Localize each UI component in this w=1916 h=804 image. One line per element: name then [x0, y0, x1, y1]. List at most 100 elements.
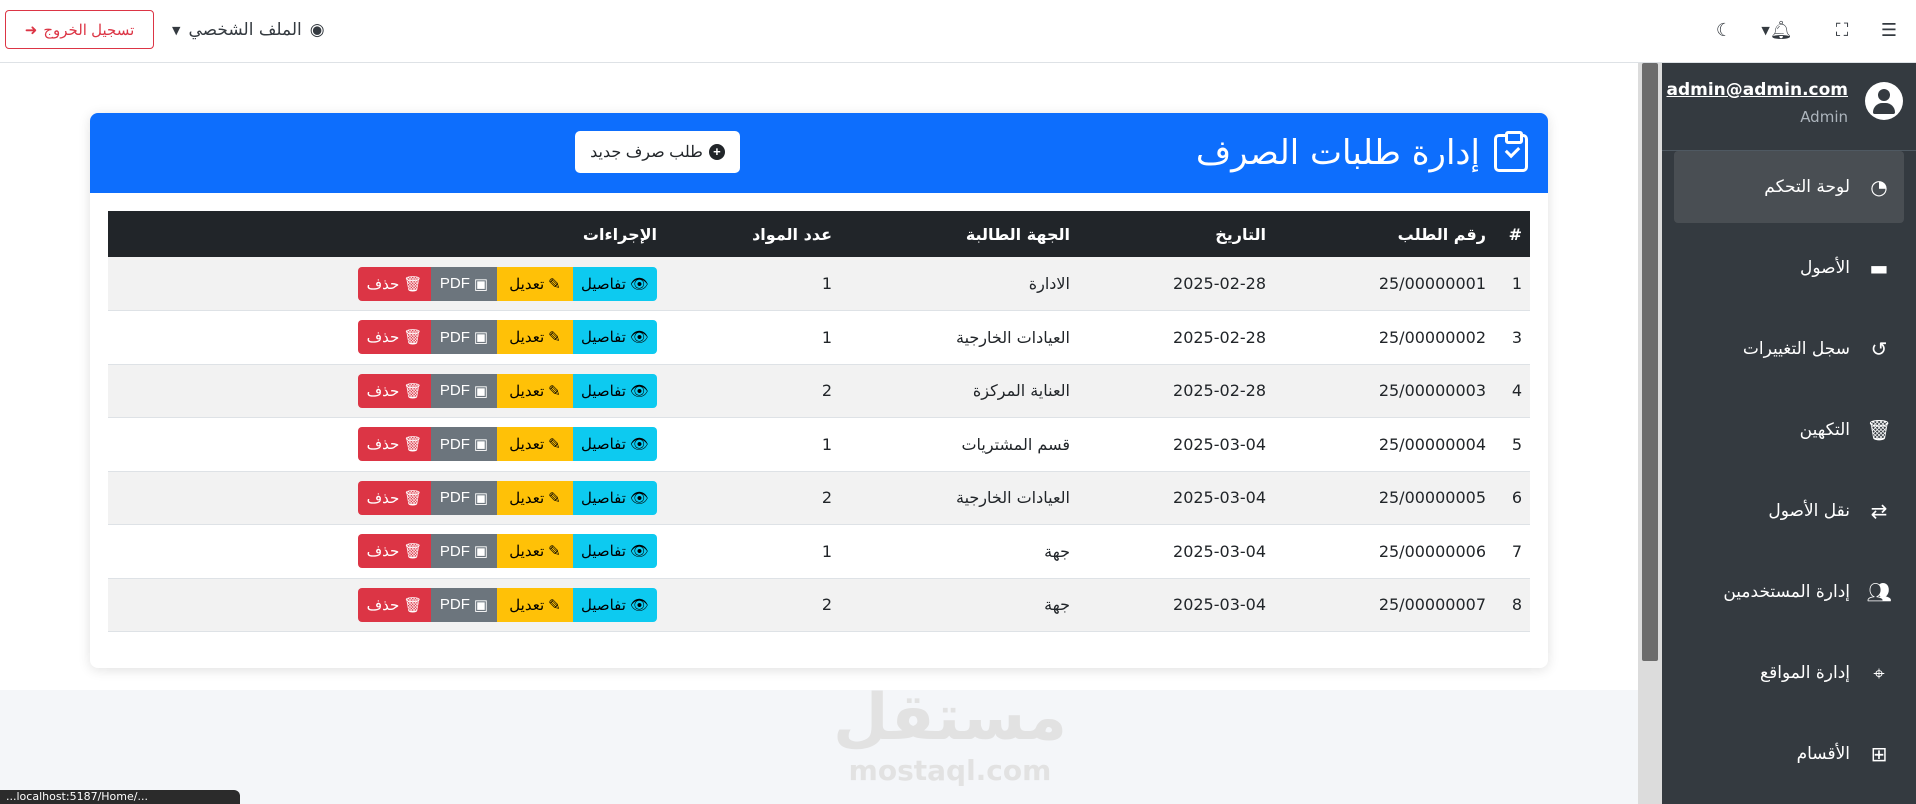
exchange-icon: ⇄ [1870, 499, 1888, 523]
file-pdf-icon: ▣ [473, 543, 489, 561]
sidebar-scrollbar-thumb[interactable] [1642, 63, 1658, 661]
edit-button[interactable]: ✎ تعديل [497, 320, 573, 355]
cell-department: العيادات الخارجية [840, 310, 1078, 365]
cell-date: 2025-03-04 [1078, 578, 1274, 632]
delete-button[interactable]: 🗑︎ حذف [358, 427, 431, 462]
plus-circle-icon: + [708, 144, 725, 160]
action-button-group: 👁︎ تفاصيل ✎ تعديل ▣ PDF 🗑︎ حذف [116, 266, 657, 301]
delete-label: حذف [366, 596, 400, 614]
sidebar-item-1[interactable]: ◔ لوحة التحكم [1674, 151, 1904, 223]
cell-date: 2025-03-04 [1078, 417, 1274, 472]
cell-department: العيادات الخارجية [840, 471, 1078, 525]
details-button[interactable]: 👁︎ تفاصيل [573, 480, 657, 515]
file-pdf-icon: ▣ [473, 436, 489, 454]
delete-button[interactable]: 🗑︎ حذف [358, 266, 431, 301]
sidebar-item-2[interactable]: ▬ الأصول [1674, 232, 1904, 304]
sidebar-item-label: سجل التغييرات [1742, 339, 1850, 359]
sidebar-item-5[interactable]: ⇄ نقل الأصول [1674, 475, 1904, 547]
pdf-button[interactable]: ▣ PDF [431, 480, 497, 515]
file-pdf-icon: ▣ [473, 275, 489, 293]
action-button-group: 👁︎ تفاصيل ✎ تعديل ▣ PDF 🗑︎ حذف [116, 373, 657, 408]
sidebar-item-8[interactable]: ⊞ الأقسام [1674, 718, 1904, 790]
sidebar-item-label: إدارة المواقع [1760, 663, 1850, 683]
trash-icon: 🗑︎ [403, 329, 423, 347]
eye-icon: 👁︎ [629, 329, 649, 347]
pdf-label: PDF [439, 275, 470, 292]
trash-icon: 🗑︎ [403, 436, 423, 454]
details-label: تفاصيل [580, 489, 626, 507]
details-button[interactable]: 👁︎ تفاصيل [573, 320, 657, 355]
logout-label: تسجيل الخروج [43, 21, 135, 39]
moon-icon[interactable]: ☾ [1712, 14, 1736, 46]
delete-label: حذف [366, 329, 400, 347]
user-email-link[interactable]: admin@admin.com [1667, 80, 1849, 100]
details-button[interactable]: 👁︎ تفاصيل [573, 266, 657, 301]
edit-label: تعديل [509, 543, 545, 561]
cell-actions: 👁︎ تفاصيل ✎ تعديل ▣ PDF 🗑︎ حذف [108, 417, 665, 472]
edit-button[interactable]: ✎ تعديل [497, 534, 573, 569]
cell-item-count: 2 [665, 471, 840, 525]
cell-item-count: 1 [665, 417, 840, 472]
details-button[interactable]: 👁︎ تفاصيل [573, 373, 657, 408]
file-pdf-icon: ▣ [473, 382, 489, 400]
delete-label: حذف [366, 489, 400, 507]
profile-dropdown[interactable]: ▼ الملف الشخصي ◉ [172, 14, 325, 46]
edit-button[interactable]: ✎ تعديل [497, 427, 573, 462]
table-row: 5 25/00000004 2025-03-04 قسم المشتريات 1… [108, 417, 1530, 472]
notifications-dropdown[interactable]: ▼ 🔔︎ [1760, 14, 1794, 46]
details-button[interactable]: 👁︎ تفاصيل [573, 587, 657, 622]
pdf-button[interactable]: ▣ PDF [431, 587, 497, 622]
cell-item-count: 1 [665, 524, 840, 579]
edit-button[interactable]: ✎ تعديل [497, 480, 573, 515]
delete-button[interactable]: 🗑︎ حذف [358, 373, 431, 408]
edit-label: تعديل [509, 489, 545, 507]
pdf-button[interactable]: ▣ PDF [431, 373, 497, 408]
delete-label: حذف [366, 382, 400, 400]
top-navbar: ➜ تسجيل الخروج ▼ الملف الشخصي ◉ ☾ ▼ 🔔︎ ⛶… [0, 0, 1916, 63]
delete-button[interactable]: 🗑︎ حذف [358, 320, 431, 355]
sidebar-item-7[interactable]: ⌖ إدارة المواقع [1674, 637, 1904, 709]
pdf-button[interactable]: ▣ PDF [431, 320, 497, 355]
cell-actions: 👁︎ تفاصيل ✎ تعديل ▣ PDF 🗑︎ حذف [108, 364, 665, 418]
edit-button[interactable]: ✎ تعديل [497, 373, 573, 408]
sidebar-item-label: الأصول [1800, 258, 1850, 278]
cell-num: 5 [1494, 417, 1530, 472]
clipboard-check-icon [1494, 131, 1528, 172]
fullscreen-icon[interactable]: ⛶ [1830, 14, 1854, 46]
sidebar-item-6[interactable]: 👥︎ إدارة المستخدمين [1674, 556, 1904, 628]
sitemap-icon: ⊞ [1870, 742, 1888, 766]
sign-out-icon: ➜ [24, 21, 38, 39]
tachometer-icon: ◔ [1870, 175, 1888, 199]
details-button[interactable]: 👁︎ تفاصيل [573, 534, 657, 569]
edit-button[interactable]: ✎ تعديل [497, 587, 573, 622]
action-button-group: 👁︎ تفاصيل ✎ تعديل ▣ PDF 🗑︎ حذف [116, 427, 657, 462]
sidebar-item-3[interactable]: ↺ سجل التغييرات [1674, 313, 1904, 385]
cell-item-count: 2 [665, 364, 840, 418]
pdf-button[interactable]: ▣ PDF [431, 427, 497, 462]
header-department: الجهة الطالبة [840, 211, 1078, 257]
main-content: إدارة طلبات الصرف + طلب صرف جديد # رقم ا… [0, 63, 1638, 690]
details-button[interactable]: 👁︎ تفاصيل [573, 427, 657, 462]
cell-date: 2025-03-04 [1078, 524, 1274, 579]
pdf-button[interactable]: ▣ PDF [431, 266, 497, 301]
new-request-button[interactable]: + طلب صرف جديد [575, 131, 740, 173]
requests-table: # رقم الطلب التاريخ الجهة الطالبة عدد ال… [108, 211, 1530, 632]
delete-button[interactable]: 🗑︎ حذف [358, 480, 431, 515]
cell-date: 2025-02-28 [1078, 257, 1274, 311]
logout-button[interactable]: ➜ تسجيل الخروج [5, 10, 154, 49]
edit-label: تعديل [509, 275, 545, 293]
pencil-icon: ✎ [548, 329, 561, 347]
action-button-group: 👁︎ تفاصيل ✎ تعديل ▣ PDF 🗑︎ حذف [116, 587, 657, 622]
delete-button[interactable]: 🗑︎ حذف [358, 587, 431, 622]
edit-button[interactable]: ✎ تعديل [497, 266, 573, 301]
cell-item-count: 2 [665, 578, 840, 632]
box-icon: ▬ [1869, 256, 1889, 280]
sidebar: admin@admin.com Admin ◔ لوحة التحكم ▬ ال… [1662, 63, 1916, 804]
watermark-english: mostaql.com [848, 754, 1052, 787]
file-pdf-icon: ▣ [473, 329, 489, 347]
pdf-button[interactable]: ▣ PDF [431, 534, 497, 569]
pencil-icon: ✎ [548, 596, 561, 614]
menu-icon[interactable]: ☰ [1876, 14, 1902, 46]
delete-button[interactable]: 🗑︎ حذف [358, 534, 431, 569]
sidebar-item-4[interactable]: 🗑︎ التكهين [1674, 394, 1904, 466]
